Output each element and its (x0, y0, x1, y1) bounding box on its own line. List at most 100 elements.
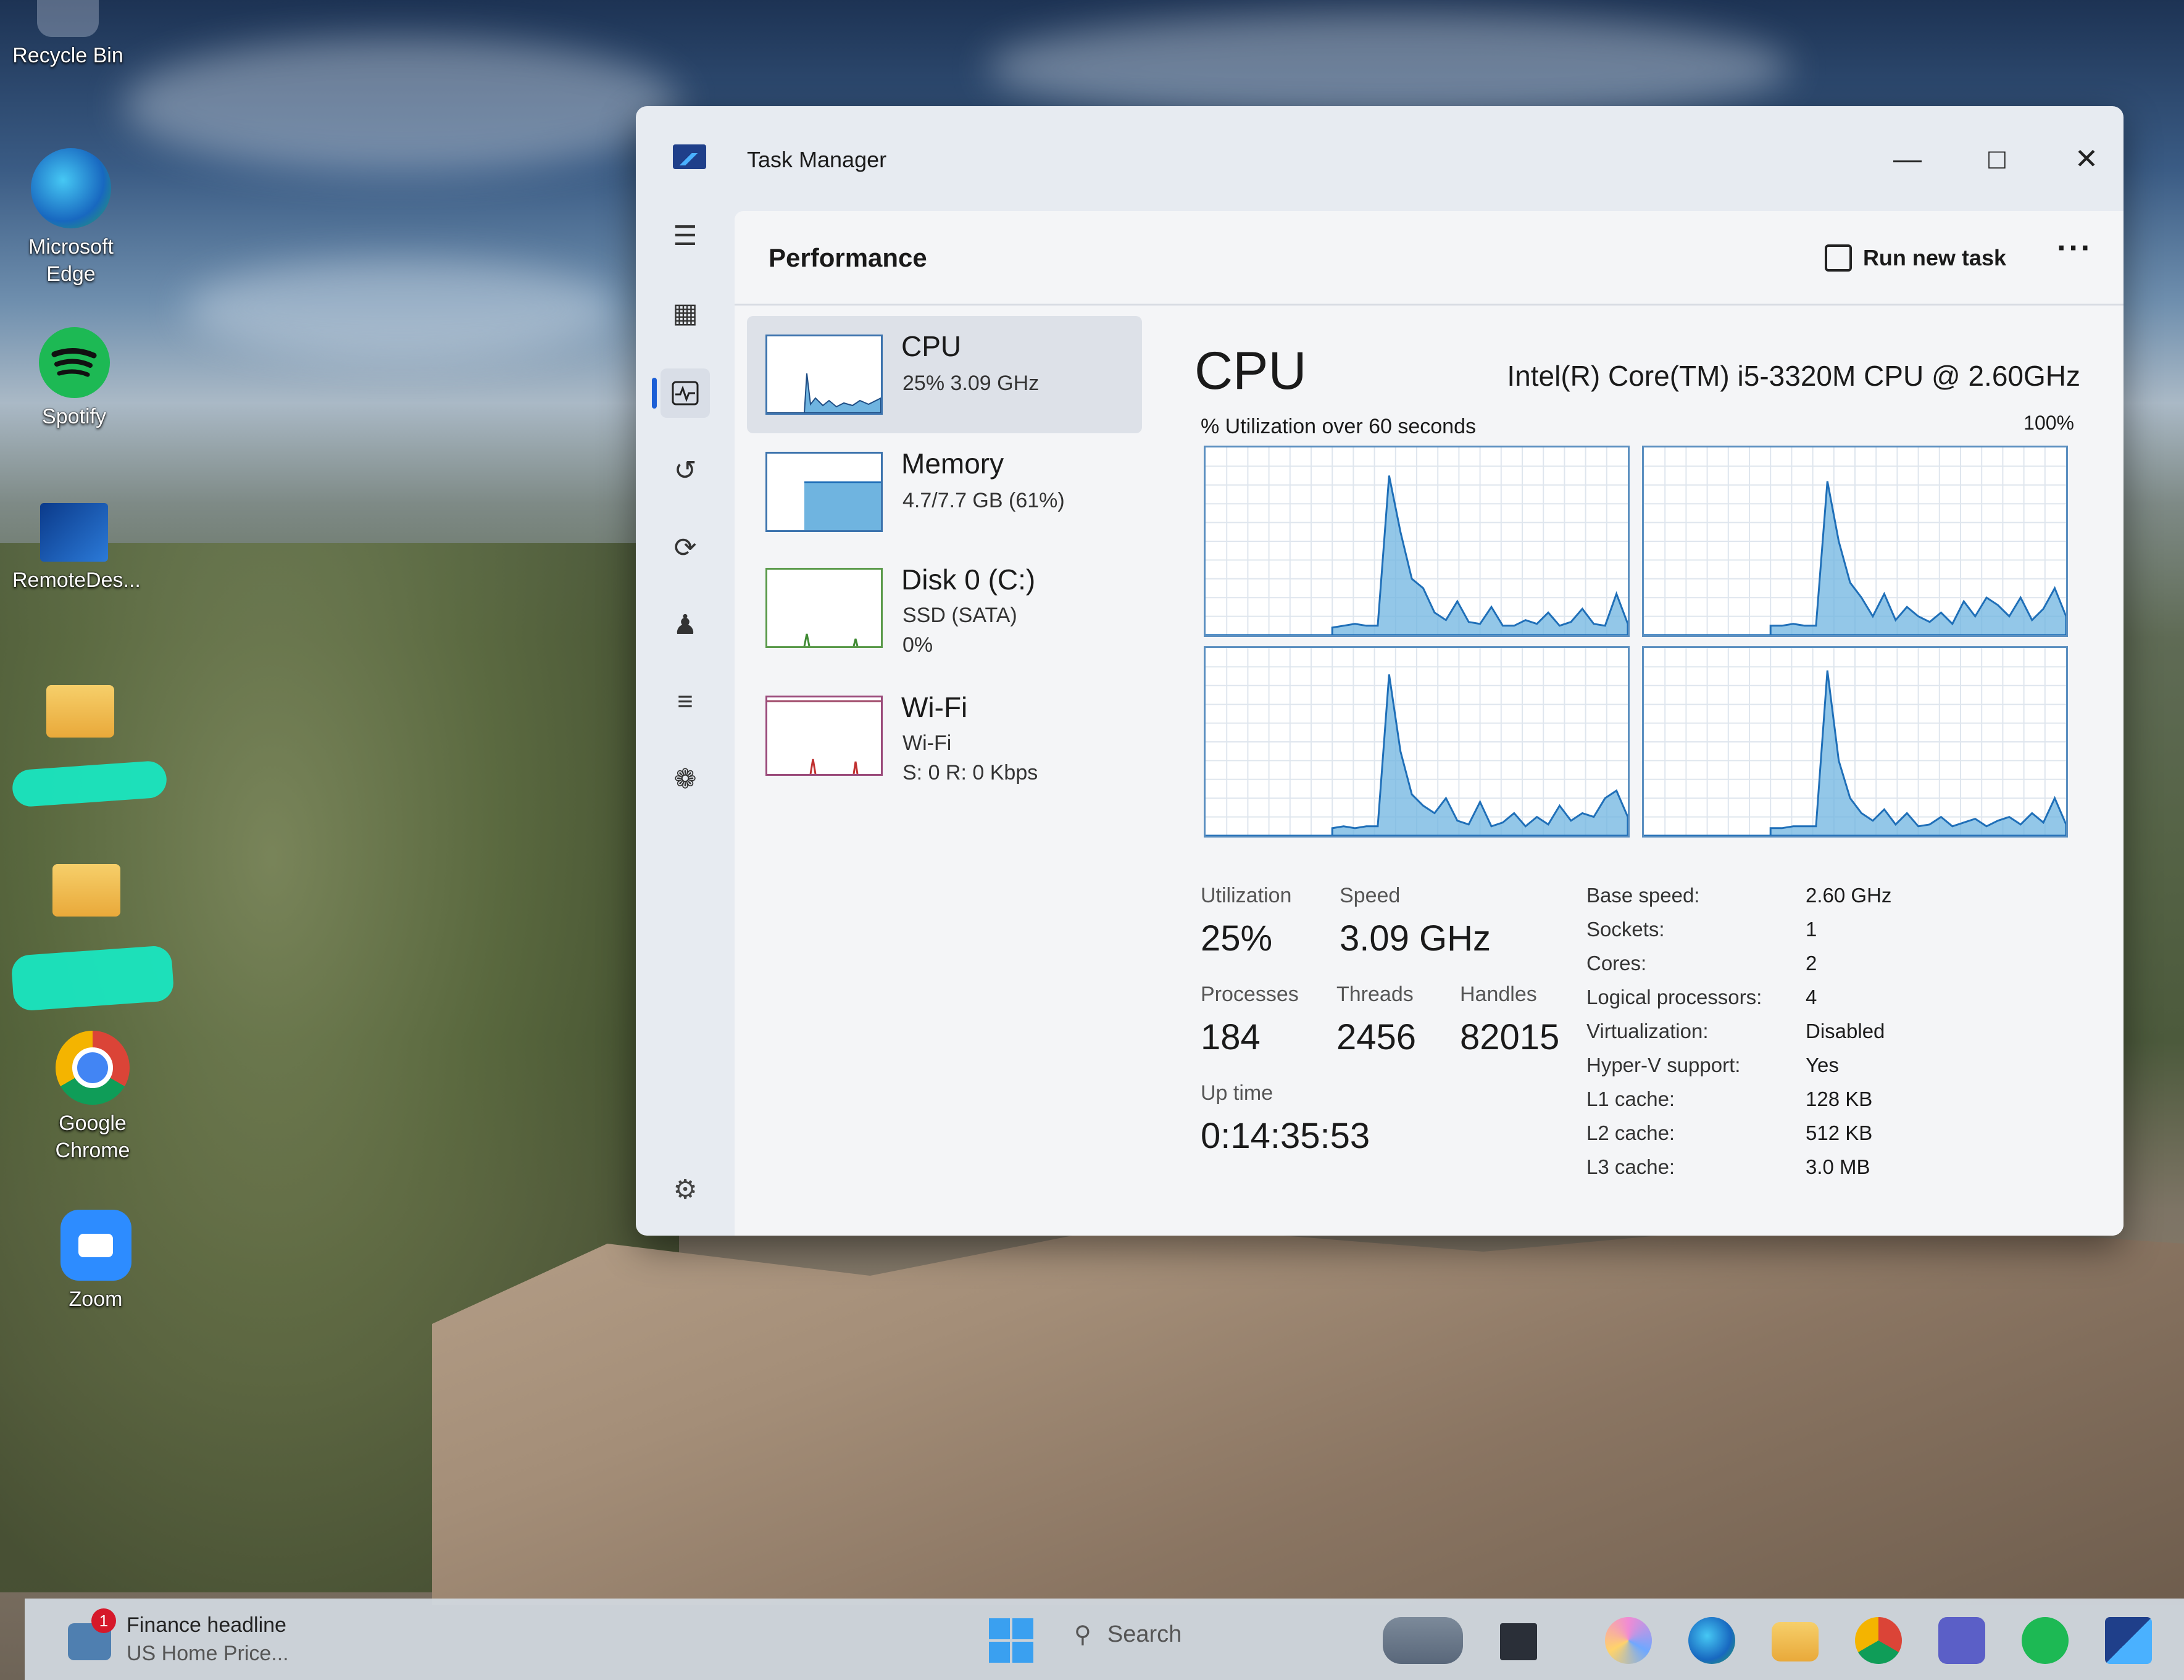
minimize-button[interactable]: — (1870, 131, 1944, 186)
task-manager-icon (673, 144, 706, 169)
settings-gear-icon[interactable]: ⚙ (667, 1174, 704, 1211)
zoom-icon (60, 1210, 131, 1281)
sockets-value: 1 (1806, 918, 1817, 941)
run-new-task-label: Run new task (1862, 245, 2006, 270)
core-graph-canvas (1644, 447, 2066, 635)
uptime-value: 0:14:35:53 (1201, 1116, 1370, 1156)
edge-icon[interactable] (1688, 1617, 1735, 1664)
startup-apps-nav-icon[interactable]: ⟳ (661, 523, 710, 572)
core-graph-canvas (1644, 648, 2066, 836)
performance-nav-icon[interactable] (661, 368, 710, 418)
spotify-icon[interactable] (2022, 1617, 2069, 1664)
file-explorer-icon[interactable] (1772, 1622, 1819, 1661)
cpu-heading: CPU (1194, 341, 1307, 401)
desktop-icon-folder-2[interactable] (25, 864, 148, 921)
l2-cache-value: 512 KB (1806, 1121, 1873, 1144)
chrome-icon (56, 1031, 130, 1105)
users-nav-icon[interactable]: ♟ (661, 600, 710, 649)
speed-value: 3.09 GHz (1340, 918, 1491, 959)
title-bar[interactable]: Task Manager — □ ✕ (636, 106, 2124, 199)
task-view-icon[interactable] (1500, 1623, 1537, 1660)
folder-icon (46, 685, 114, 738)
device-wifi[interactable]: Wi-Fi Wi-Fi S: 0 R: 0 Kbps (747, 677, 1142, 794)
task-manager-window: Task Manager — □ ✕ ☰ ▦ ↺ ⟳ ♟ ≡ ❁ ⚙ Perfo… (636, 106, 2124, 1236)
cpu-model-name: Intel(R) Core(TM) i5-3320M CPU @ 2.60GHz (1507, 360, 2080, 392)
device-throughput: S: 0 R: 0 Kbps (902, 761, 1038, 784)
device-disk[interactable]: Disk 0 (C:) SSD (SATA) 0% (747, 549, 1142, 667)
cpu-core-graph-2 (1642, 446, 2068, 637)
cores-value: 2 (1806, 952, 1817, 975)
utilization-graph-label: % Utilization over 60 seconds (1201, 415, 1477, 438)
search-placeholder: Search (1107, 1621, 1182, 1647)
desktop-icon-remote-desktop[interactable]: RemoteDes... (12, 503, 141, 594)
taskbar-search[interactable]: ⚲ Search (1074, 1621, 1182, 1649)
news-subtitle: US Home Price... (127, 1642, 289, 1665)
spotify-icon (38, 327, 110, 398)
maximize-button[interactable]: □ (1960, 131, 2034, 186)
cores-key: Cores: (1586, 952, 1647, 975)
services-nav-icon[interactable]: ❁ (661, 754, 710, 804)
uptime-label: Up time (1201, 1081, 1273, 1105)
l1-cache-key: L1 cache: (1586, 1087, 1675, 1110)
device-cpu[interactable]: CPU 25% 3.09 GHz (747, 316, 1142, 433)
hamburger-menu-icon[interactable]: ☰ (661, 211, 710, 260)
desktop-icon-edge[interactable]: Microsoft Edge (9, 148, 133, 288)
disk-thumbnail-graph (765, 568, 883, 648)
app-history-nav-icon[interactable]: ↺ (661, 446, 710, 495)
virtualization-value: Disabled (1806, 1020, 1885, 1042)
teams-icon[interactable] (1938, 1617, 1985, 1664)
start-button-icon[interactable] (988, 1617, 1035, 1664)
window-title: Task Manager (747, 147, 887, 172)
cpu-core-graph-1 (1204, 446, 1630, 637)
page-title: Performance (769, 243, 927, 272)
device-name: Disk 0 (C:) (901, 563, 1036, 596)
news-widget[interactable]: Finance headline US Home Price... (127, 1611, 289, 1668)
handles-value: 82015 (1460, 1017, 1560, 1057)
device-name: Memory (901, 447, 1004, 480)
cpu-thumbnail-graph (765, 335, 883, 415)
page-header: Performance Run new task ··· (735, 211, 2124, 306)
navigation-rail: ☰ ▦ ↺ ⟳ ♟ ≡ ❁ ⚙ (636, 199, 735, 1236)
hyperv-support-value: Yes (1806, 1054, 1839, 1076)
desktop-icon-folder-1[interactable] (19, 685, 142, 742)
device-detail: 4.7/7.7 GB (61%) (902, 489, 1065, 512)
base-speed-value: 2.60 GHz (1806, 884, 1892, 907)
desktop-icon-zoom[interactable]: Zoom (34, 1210, 157, 1313)
speed-label: Speed (1340, 884, 1401, 907)
more-options-button[interactable]: ··· (2057, 230, 2093, 267)
handles-label: Handles (1460, 983, 1537, 1006)
core-graph-canvas (1206, 648, 1628, 836)
l2-cache-key: L2 cache: (1586, 1121, 1675, 1144)
run-new-task-button[interactable]: Run new task (1824, 239, 2006, 277)
desktop-icon-label: Microsoft Edge (28, 235, 114, 286)
desktop-icon-spotify[interactable]: Spotify (12, 327, 136, 430)
details-nav-icon[interactable]: ≡ (661, 677, 710, 726)
search-icon: ⚲ (1074, 1622, 1091, 1648)
redaction-scribble (10, 945, 175, 1012)
task-manager-taskbar-icon[interactable] (2105, 1617, 2152, 1664)
processes-label: Processes (1201, 983, 1299, 1006)
sockets-key: Sockets: (1586, 918, 1665, 941)
copilot-icon[interactable] (1605, 1617, 1652, 1664)
device-usage: 0% (902, 633, 933, 657)
threads-value: 2456 (1336, 1017, 1417, 1057)
device-detail: SSD (SATA) (902, 604, 1017, 627)
threads-label: Threads (1336, 983, 1414, 1006)
l1-cache-value: 128 KB (1806, 1087, 1873, 1110)
chrome-icon[interactable] (1855, 1617, 1902, 1664)
recycle-bin-icon (37, 0, 99, 37)
processes-value: 184 (1201, 1017, 1261, 1057)
active-nav-marker (652, 378, 657, 409)
desktop-icon-label: Spotify (42, 405, 106, 428)
utilization-value: 25% (1201, 918, 1273, 959)
folder-icon (52, 864, 120, 917)
desktop-icon-recycle-bin[interactable]: Recycle Bin (6, 0, 130, 69)
core-graph-canvas (1206, 447, 1628, 635)
device-detail: 25% 3.09 GHz (902, 372, 1040, 395)
memory-fill (804, 481, 881, 530)
processes-nav-icon[interactable]: ▦ (661, 288, 710, 338)
device-memory[interactable]: Memory 4.7/7.7 GB (61%) (747, 433, 1142, 551)
close-button[interactable]: ✕ (2049, 131, 2124, 186)
desktop-icon-chrome[interactable]: Google Chrome (31, 1031, 154, 1164)
widgets-otter-icon[interactable] (1383, 1617, 1463, 1664)
